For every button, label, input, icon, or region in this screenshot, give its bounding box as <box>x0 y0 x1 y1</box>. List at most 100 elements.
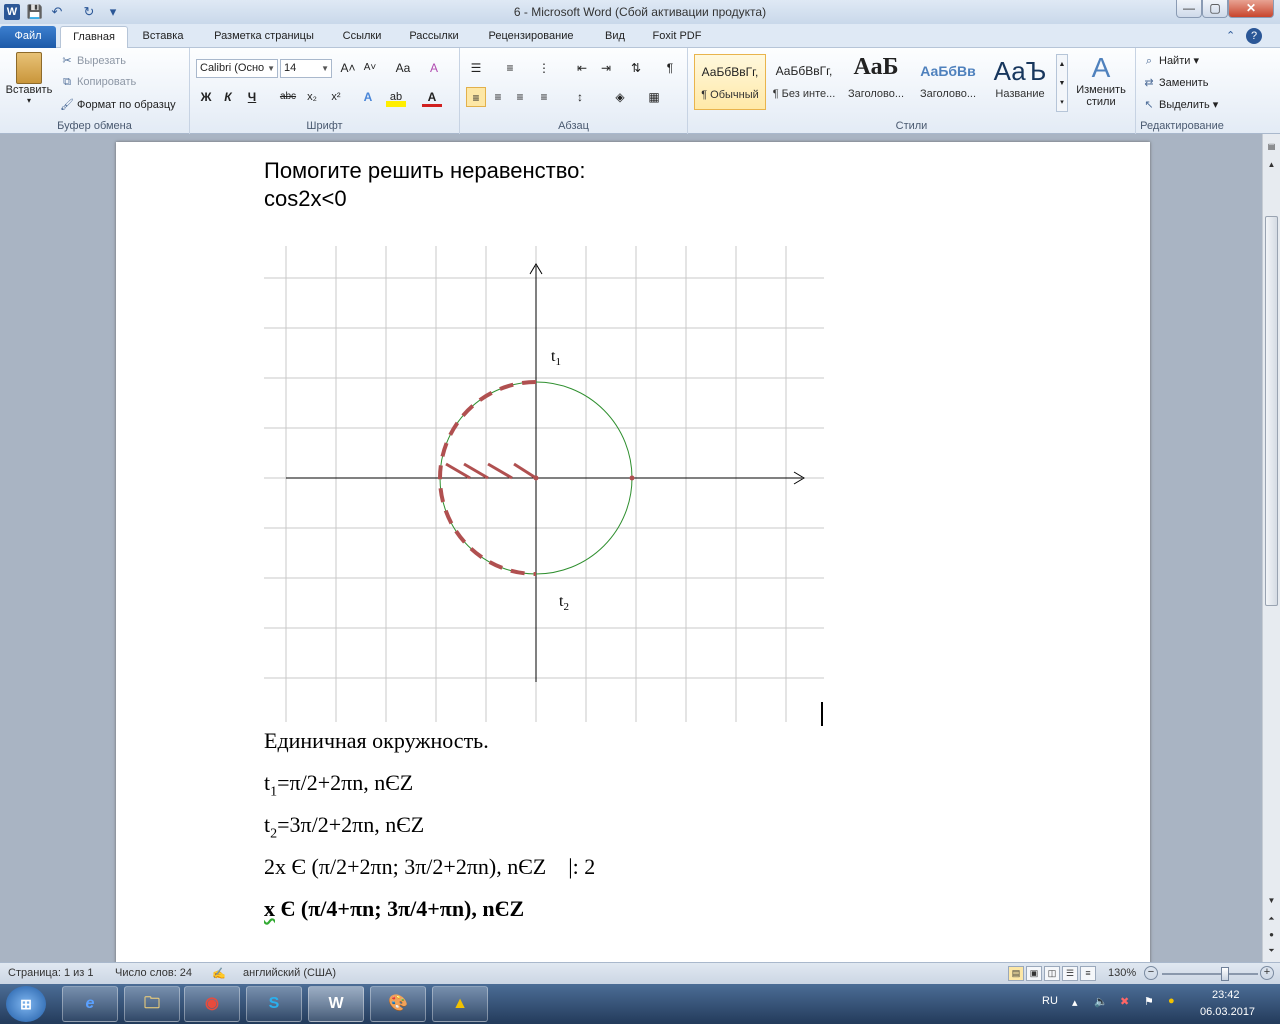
italic-button[interactable]: К <box>218 87 238 107</box>
increase-indent-icon[interactable]: ⇥ <box>596 58 616 78</box>
scroll-down-icon[interactable]: ▼ <box>1265 894 1278 908</box>
tab-insert[interactable]: Вставка <box>132 26 194 48</box>
style-heading-1[interactable]: АаБ Заголово... <box>840 54 912 110</box>
help-icon[interactable]: ? <box>1246 28 1262 44</box>
copy-button[interactable]: ⧉ Копировать <box>60 76 136 89</box>
underline-button[interactable]: Ч <box>242 87 262 107</box>
scroll-thumb[interactable] <box>1265 216 1278 606</box>
bullets-icon[interactable]: ☰ <box>466 58 486 78</box>
close-button[interactable]: ✕ <box>1228 0 1274 18</box>
text-effects-button[interactable]: A <box>358 87 378 107</box>
zoom-in-icon[interactable]: + <box>1260 966 1274 980</box>
clock-time[interactable]: 23:42 <box>1212 989 1240 1001</box>
show-marks-button[interactable]: ¶ <box>660 58 680 78</box>
zoom-level[interactable]: 130% <box>1108 967 1136 979</box>
language-indicator[interactable]: английский (США) <box>243 967 336 979</box>
zoom-out-icon[interactable]: − <box>1144 966 1158 980</box>
full-screen-icon[interactable]: ▣ <box>1026 966 1042 981</box>
language-bar[interactable]: RU <box>1042 995 1058 1007</box>
chrome-icon[interactable]: ◉ <box>184 986 240 1022</box>
change-case-button[interactable]: Aa <box>390 58 416 78</box>
select-button[interactable]: ↖ Выделить ▾ <box>1142 98 1218 111</box>
shading-icon[interactable]: ◈ <box>610 87 630 107</box>
style-heading-2[interactable]: АаБбВв Заголово... <box>912 54 984 110</box>
print-layout-icon[interactable]: ▤ <box>1008 966 1024 981</box>
align-left-icon[interactable]: ≡ <box>466 87 486 107</box>
paste-button[interactable]: Вставить ▾ <box>4 52 54 105</box>
app-triangle-icon[interactable]: ▲ <box>432 986 488 1022</box>
strikethrough-button[interactable]: abc <box>276 87 300 107</box>
align-center-icon[interactable]: ≡ <box>488 87 508 107</box>
style-no-spacing[interactable]: АаБбВвГг, ¶ Без инте... <box>768 54 840 110</box>
network-icon[interactable]: ✖ <box>1120 995 1129 1008</box>
shrink-font-button[interactable]: A˅ <box>360 58 380 78</box>
tab-mailings[interactable]: Рассылки <box>398 26 470 48</box>
copy-icon: ⧉ <box>63 76 71 88</box>
highlight-button[interactable]: ab <box>386 87 406 107</box>
font-color-button[interactable]: A <box>422 87 442 107</box>
grow-font-button[interactable]: A˄ <box>338 58 358 78</box>
justify-icon[interactable]: ≡ <box>534 87 554 107</box>
font-name-box[interactable]: Calibri (Осно ▼ <box>196 59 278 78</box>
next-page-icon[interactable]: ⏷ <box>1265 944 1278 958</box>
browse-object-icon[interactable]: ● <box>1265 928 1278 942</box>
web-layout-icon[interactable]: ◫ <box>1044 966 1060 981</box>
replace-icon: ⇄ <box>1144 77 1154 89</box>
prev-page-icon[interactable]: ⏶ <box>1265 912 1278 926</box>
proofing-icon[interactable]: ✍ <box>212 967 226 980</box>
volume-icon[interactable]: 🔈 <box>1094 995 1108 1008</box>
document-page[interactable]: Помогите решить неравенство: cos2x<0 t1 … <box>116 142 1150 982</box>
vertical-scrollbar[interactable]: ▤ ▲ ▼ ⏶ ● ⏷ <box>1262 134 1280 962</box>
tray-expand-icon[interactable]: ▴ <box>1072 996 1078 1009</box>
minimize-button[interactable]: — <box>1176 0 1202 18</box>
tab-page-layout[interactable]: Разметка страницы <box>200 26 328 48</box>
zoom-slider[interactable] <box>1162 967 1258 981</box>
clock-date[interactable]: 06.03.2017 <box>1200 1006 1255 1018</box>
borders-icon[interactable]: ▦ <box>644 87 664 107</box>
paint-icon[interactable]: 🎨 <box>370 986 426 1022</box>
unit-circle-diagram[interactable]: t1 t2 <box>264 246 824 722</box>
line-spacing-icon[interactable]: ↕ <box>570 87 590 107</box>
tab-file[interactable]: Файл <box>0 26 56 48</box>
sort-icon[interactable]: ⇅ <box>626 58 646 78</box>
tab-review[interactable]: Рецензирование <box>476 26 586 48</box>
clear-format-button[interactable]: A <box>424 58 444 78</box>
multilevel-list-icon[interactable]: ⋮ <box>534 58 554 78</box>
tab-foxit-pdf[interactable]: Foxit PDF <box>644 26 710 48</box>
zoom-slider-thumb[interactable] <box>1220 967 1229 981</box>
explorer-icon[interactable]: 🗀 <box>124 986 180 1022</box>
format-painter-button[interactable]: 🖌 Формат по образцу <box>60 98 176 111</box>
cut-button[interactable]: ✂ Вырезать <box>60 54 126 67</box>
outline-icon[interactable]: ☰ <box>1062 966 1078 981</box>
style-normal[interactable]: АаБбВвГг, ¶ Обычный <box>694 54 766 110</box>
internet-explorer-icon[interactable]: e <box>62 986 118 1022</box>
tab-home[interactable]: Главная <box>60 26 128 49</box>
page-count[interactable]: Страница: 1 из 1 <box>8 967 94 979</box>
numbering-icon[interactable]: ≡ <box>500 58 520 78</box>
subscript-button[interactable]: x₂ <box>302 87 322 107</box>
maximize-button[interactable]: ▢ <box>1202 0 1228 18</box>
find-button[interactable]: ⌕ Найти ▾ <box>1142 54 1199 68</box>
skype-icon[interactable]: S <box>246 986 302 1022</box>
superscript-button[interactable]: x² <box>326 87 346 107</box>
start-button[interactable]: ⊞ <box>6 986 46 1022</box>
font-group-label: Шрифт <box>306 120 343 132</box>
draft-icon[interactable]: ≡ <box>1080 966 1096 981</box>
notification-icon[interactable]: ● <box>1168 995 1175 1007</box>
styles-scroll[interactable]: ▲ ▼ ▾ <box>1056 54 1068 112</box>
action-center-icon[interactable]: ⚑ <box>1144 995 1154 1008</box>
minimize-ribbon-icon[interactable]: ⌃ <box>1226 29 1235 42</box>
align-right-icon[interactable]: ≡ <box>510 87 530 107</box>
decrease-indent-icon[interactable]: ⇤ <box>572 58 592 78</box>
tab-view[interactable]: Вид <box>594 26 636 48</box>
word-count[interactable]: Число слов: 24 <box>115 967 192 979</box>
word-taskbar-icon[interactable]: W <box>308 986 364 1022</box>
ruler-toggle-icon[interactable]: ▤ <box>1265 140 1278 154</box>
change-styles-button[interactable]: A Изменить стили <box>1072 52 1130 108</box>
bold-button[interactable]: Ж <box>196 87 216 107</box>
scroll-up-icon[interactable]: ▲ <box>1265 158 1278 172</box>
font-size-box[interactable]: 14 ▼ <box>280 59 332 78</box>
replace-button[interactable]: ⇄ Заменить <box>1142 76 1208 89</box>
tab-references[interactable]: Ссылки <box>334 26 390 48</box>
style-title[interactable]: АаЪ Название <box>984 54 1056 110</box>
